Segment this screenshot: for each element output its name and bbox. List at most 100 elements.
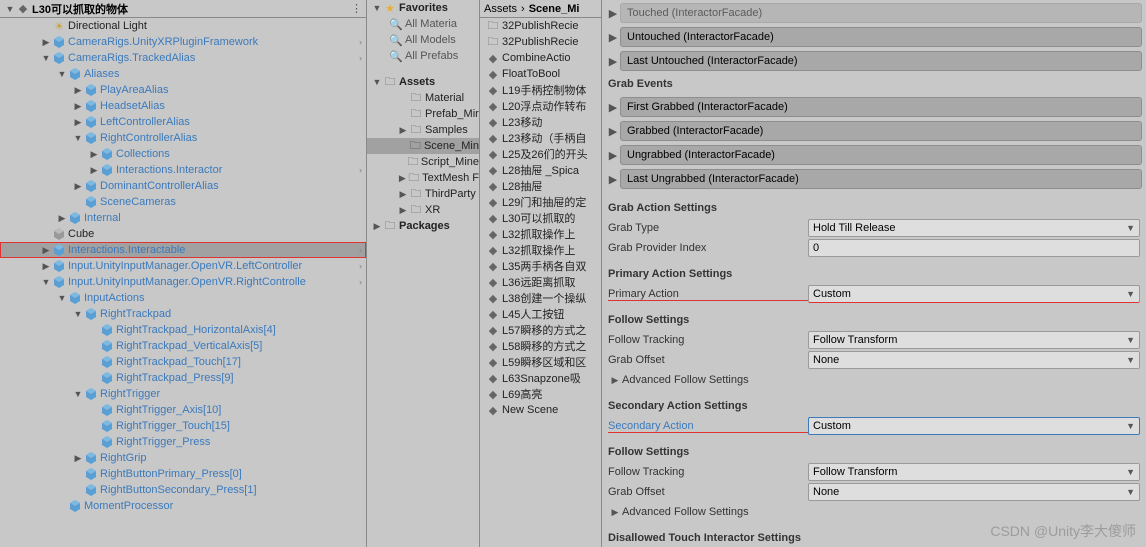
folder-item[interactable]: ▶🗀TextMesh F bbox=[367, 170, 479, 186]
file-item[interactable]: ◆L23移动（手柄自 bbox=[480, 130, 601, 146]
hierarchy-item[interactable]: MomentProcessor bbox=[0, 498, 366, 514]
favorites-header[interactable]: ▼ ★ Favorites bbox=[367, 0, 479, 16]
folder-item[interactable]: ▶🗀ThirdParty bbox=[367, 186, 479, 202]
foldout-icon[interactable]: ▶ bbox=[40, 37, 52, 48]
hierarchy-item[interactable]: Cube bbox=[0, 226, 366, 242]
hierarchy-item[interactable]: ▼Aliases bbox=[0, 66, 366, 82]
file-item[interactable]: ◆L20浮点动作转布 bbox=[480, 98, 601, 114]
hierarchy-item[interactable]: ▼RightControllerAlias bbox=[0, 130, 366, 146]
hierarchy-item[interactable]: ▶Internal bbox=[0, 210, 366, 226]
file-item[interactable]: ◆L19手柄控制物体 bbox=[480, 82, 601, 98]
hierarchy-item[interactable]: ☀Directional Light bbox=[0, 18, 366, 34]
hierarchy-item[interactable]: ▶Interactions.Interactor› bbox=[0, 162, 366, 178]
foldout-icon[interactable]: ▼ bbox=[4, 4, 16, 14]
grab-offset-dropdown[interactable]: None▼ bbox=[808, 351, 1140, 369]
grab-offset-2-dropdown[interactable]: None▼ bbox=[808, 483, 1140, 501]
foldout-icon[interactable]: ▼ bbox=[40, 53, 52, 63]
event-foldout[interactable]: First Grabbed (InteractorFacade) bbox=[620, 97, 1142, 117]
grab-type-dropdown[interactable]: Hold Till Release▼ bbox=[808, 219, 1140, 237]
hierarchy-item[interactable]: ▶PlayAreaAlias bbox=[0, 82, 366, 98]
foldout-icon[interactable]: ▶ bbox=[606, 173, 620, 186]
hierarchy-item[interactable]: ▼Input.UnityInputManager.OpenVR.RightCon… bbox=[0, 274, 366, 290]
foldout-icon[interactable]: ▼ bbox=[40, 277, 52, 287]
file-item[interactable]: ◆L36远距离抓取 bbox=[480, 274, 601, 290]
hierarchy-item[interactable]: ▶Collections bbox=[0, 146, 366, 162]
file-item[interactable]: ◆L32抓取操作上 bbox=[480, 226, 601, 242]
breadcrumb[interactable]: Assets› Scene_Mi bbox=[480, 0, 601, 18]
foldout-icon[interactable]: ▶ bbox=[72, 453, 84, 464]
file-item[interactable]: 🗀32PublishRecie bbox=[480, 34, 601, 50]
hierarchy-item[interactable]: ▶LeftControllerAlias bbox=[0, 114, 366, 130]
foldout-icon[interactable]: ▶ bbox=[88, 149, 100, 160]
hierarchy-item[interactable]: ▼RightTrigger bbox=[0, 386, 366, 402]
foldout-icon[interactable]: ▶ bbox=[397, 173, 408, 184]
folder-item[interactable]: 🗀Script_Mine bbox=[367, 154, 479, 170]
event-foldout[interactable]: Last Untouched (InteractorFacade) bbox=[620, 51, 1142, 71]
hierarchy-item[interactable]: RightTrackpad_HorizontalAxis[4] bbox=[0, 322, 366, 338]
event-foldout[interactable]: Touched (InteractorFacade) bbox=[620, 3, 1142, 23]
file-item[interactable]: ◆L63Snapzone吸 bbox=[480, 370, 601, 386]
hierarchy-item[interactable]: ▶CameraRigs.UnityXRPluginFramework› bbox=[0, 34, 366, 50]
hierarchy-item[interactable]: ▶HeadsetAlias bbox=[0, 98, 366, 114]
file-item[interactable]: ◆L57瞬移的方式之 bbox=[480, 322, 601, 338]
foldout-icon[interactable]: ▼ bbox=[72, 309, 84, 319]
grab-provider-index-input[interactable]: 0 bbox=[808, 239, 1140, 257]
favorite-item[interactable]: 🔍All Models bbox=[367, 32, 479, 48]
foldout-icon[interactable]: ▼ bbox=[72, 389, 84, 399]
event-foldout[interactable]: Untouched (InteractorFacade) bbox=[620, 27, 1142, 47]
hierarchy-item[interactable]: SceneCameras bbox=[0, 194, 366, 210]
event-foldout[interactable]: Last Ungrabbed (InteractorFacade) bbox=[620, 169, 1142, 189]
primary-action-dropdown[interactable]: Custom▼ bbox=[808, 285, 1140, 303]
foldout-icon[interactable]: ▶ bbox=[606, 149, 620, 162]
file-item[interactable]: ◆L30可以抓取的 bbox=[480, 210, 601, 226]
file-item[interactable]: ◆L25及26们的开头 bbox=[480, 146, 601, 162]
foldout-icon[interactable]: ▼ bbox=[56, 293, 68, 303]
foldout-icon[interactable]: ▶ bbox=[88, 165, 100, 176]
file-item[interactable]: ◆FloatToBool bbox=[480, 66, 601, 82]
hierarchy-item[interactable]: ▼CameraRigs.TrackedAlias› bbox=[0, 50, 366, 66]
file-item[interactable]: ◆L32抓取操作上 bbox=[480, 242, 601, 258]
file-item[interactable]: ◆New Scene bbox=[480, 402, 601, 418]
hierarchy-item[interactable]: RightTrigger_Axis[10] bbox=[0, 402, 366, 418]
foldout-icon[interactable]: ▶ bbox=[608, 507, 622, 518]
file-item[interactable]: ◆L69高亮 bbox=[480, 386, 601, 402]
file-item[interactable]: ◆L38创建一个操纵 bbox=[480, 290, 601, 306]
hierarchy-item[interactable]: RightTrackpad_VerticalAxis[5] bbox=[0, 338, 366, 354]
foldout-icon[interactable]: ▶ bbox=[397, 189, 409, 200]
hierarchy-item[interactable]: RightTrackpad_Touch[17] bbox=[0, 354, 366, 370]
foldout-icon[interactable]: ▶ bbox=[397, 205, 409, 216]
hierarchy-item[interactable]: ▶Interactions.Interactable› bbox=[0, 242, 366, 258]
hierarchy-item[interactable]: ▼InputActions bbox=[0, 290, 366, 306]
file-item[interactable]: ◆L58瞬移的方式之 bbox=[480, 338, 601, 354]
foldout-icon[interactable]: ▼ bbox=[56, 69, 68, 79]
folder-item[interactable]: 🗀Prefab_Mir bbox=[367, 106, 479, 122]
foldout-icon[interactable]: ▶ bbox=[72, 117, 84, 128]
hierarchy-item[interactable]: ▶DominantControllerAlias bbox=[0, 178, 366, 194]
foldout-icon[interactable]: ▼ bbox=[72, 133, 84, 143]
foldout-icon[interactable]: ▶ bbox=[606, 101, 620, 114]
hierarchy-item[interactable]: RightButtonPrimary_Press[0] bbox=[0, 466, 366, 482]
foldout-icon[interactable]: ▶ bbox=[72, 85, 84, 96]
hierarchy-item[interactable]: RightTrackpad_Press[9] bbox=[0, 370, 366, 386]
advanced-follow-2-label[interactable]: Advanced Follow Settings bbox=[622, 506, 822, 518]
foldout-icon[interactable]: ▶ bbox=[606, 125, 620, 138]
hierarchy-item[interactable]: ▶RightGrip bbox=[0, 450, 366, 466]
event-foldout[interactable]: Ungrabbed (InteractorFacade) bbox=[620, 145, 1142, 165]
hierarchy-item[interactable]: RightButtonSecondary_Press[1] bbox=[0, 482, 366, 498]
favorite-item[interactable]: 🔍All Prefabs bbox=[367, 48, 479, 64]
event-foldout[interactable]: Grabbed (InteractorFacade) bbox=[620, 121, 1142, 141]
favorite-item[interactable]: 🔍All Materia bbox=[367, 16, 479, 32]
hierarchy-item[interactable]: ▼RightTrackpad bbox=[0, 306, 366, 322]
foldout-icon[interactable]: ▶ bbox=[397, 125, 409, 136]
file-item[interactable]: ◆CombineActio bbox=[480, 50, 601, 66]
foldout-icon[interactable]: ▶ bbox=[608, 375, 622, 386]
follow-tracking-dropdown[interactable]: Follow Transform▼ bbox=[808, 331, 1140, 349]
hierarchy-item[interactable]: ▶Input.UnityInputManager.OpenVR.LeftCont… bbox=[0, 258, 366, 274]
foldout-icon[interactable]: ▶ bbox=[72, 101, 84, 112]
foldout-icon[interactable]: ▶ bbox=[606, 55, 620, 68]
file-item[interactable]: ◆L28抽屉 bbox=[480, 178, 601, 194]
hierarchy-item[interactable]: RightTrigger_Press bbox=[0, 434, 366, 450]
file-item[interactable]: ◆L35两手柄各自双 bbox=[480, 258, 601, 274]
foldout-icon[interactable]: ▶ bbox=[56, 213, 68, 224]
packages-header[interactable]: ▶ 🗀 Packages bbox=[367, 218, 479, 234]
